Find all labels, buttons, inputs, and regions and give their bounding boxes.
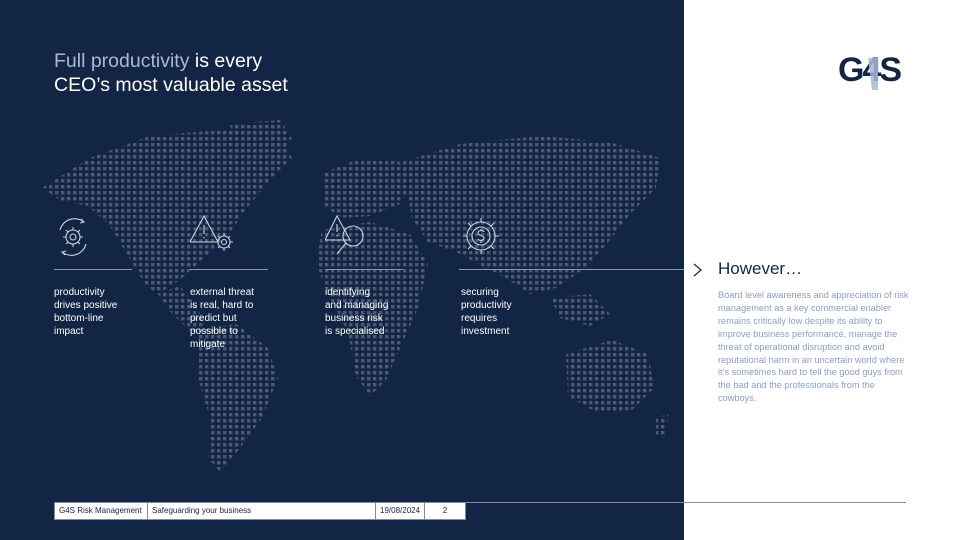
g4s-logo: G4S <box>838 51 903 90</box>
left-panel: Full productivity is every CEO’s most va… <box>0 0 684 540</box>
page-number: 2 <box>442 506 448 515</box>
slide-title: Full productivity is every CEO’s most va… <box>54 49 288 97</box>
pillar-text: productivity drives positive bottom-line… <box>54 287 118 337</box>
footer-company: G4S Risk Management <box>55 503 148 519</box>
warning-gear-icon <box>190 214 233 251</box>
gear-cycle-icon <box>59 218 87 256</box>
footer: G4S Risk Management Safeguarding your bu… <box>54 503 466 520</box>
pillar-text: external threat is real, hard to predict… <box>190 287 254 350</box>
pillar-text: identifying and managing business risk i… <box>325 287 389 337</box>
pillar-text: securing productivity requires investmen… <box>461 287 512 337</box>
title-line-2: CEO’s most valuable asset <box>54 74 288 96</box>
footer-date: 19/08/2024 <box>376 503 425 519</box>
chevron-right-icon <box>693 263 702 277</box>
side-heading: However… <box>718 259 803 278</box>
title-rest: is every <box>189 50 263 72</box>
divider <box>54 269 132 270</box>
title-highlight: Full productivity <box>54 50 190 72</box>
warning-magnifier-icon <box>325 214 364 255</box>
side-body-text: Board level awareness and appreciation o… <box>718 290 909 404</box>
divider <box>190 269 268 270</box>
divider <box>325 269 403 270</box>
divider <box>459 269 684 270</box>
dollar-gear-icon <box>463 218 499 254</box>
footer-tagline: Safeguarding your business <box>148 503 376 519</box>
